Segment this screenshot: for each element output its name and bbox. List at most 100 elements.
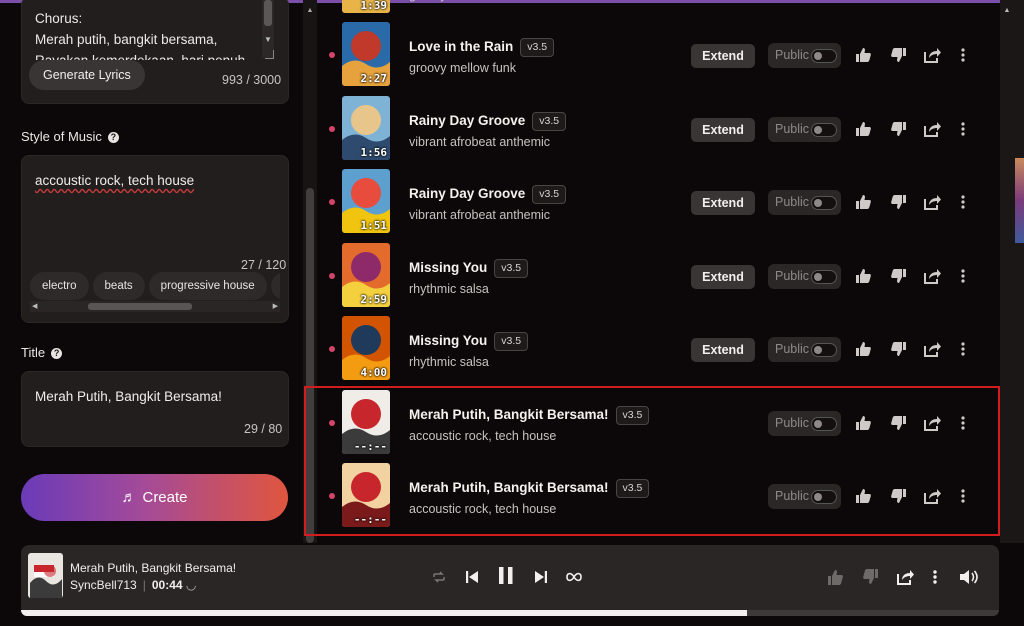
help-icon[interactable]: ? (107, 132, 119, 144)
song-title-text[interactable]: Rainy Day Groove (409, 113, 525, 128)
extend-button[interactable]: Extend (691, 191, 755, 215)
public-toggle[interactable]: Public (768, 264, 841, 289)
extend-button[interactable]: Extend (691, 338, 755, 362)
style-chip[interactable]: progressive house (148, 272, 267, 300)
share-button[interactable] (923, 414, 941, 432)
toggle-switch[interactable] (811, 417, 837, 431)
extend-button[interactable]: Extend (691, 265, 755, 289)
scroll-left-arrow-icon[interactable]: ◀ (32, 301, 37, 312)
song-title-text[interactable]: Missing You (409, 333, 487, 348)
style-of-music-input[interactable]: accoustic rock, tech house (35, 173, 194, 188)
share-button[interactable] (923, 46, 941, 64)
scroll-right-arrow-icon[interactable]: ▶ (273, 301, 278, 312)
song-row[interactable]: 1:39groovy mellow funkPublic (317, 0, 1000, 20)
more-options-button[interactable] (959, 193, 967, 211)
style-chip[interactable]: electro (30, 272, 89, 300)
song-title-text[interactable]: Missing You (409, 260, 487, 275)
more-options-button[interactable] (959, 414, 967, 432)
more-options-button[interactable] (959, 267, 967, 285)
toggle-switch[interactable] (811, 123, 837, 137)
song-title[interactable]: Merah Putih, Bangkit Bersama! v3.5 (409, 479, 650, 498)
public-toggle[interactable]: Public (768, 190, 841, 215)
public-toggle[interactable]: Public (768, 43, 841, 68)
repeat-button[interactable] (432, 567, 446, 587)
extend-button[interactable]: Extend (691, 44, 755, 68)
next-button[interactable] (534, 567, 548, 587)
song-title-text[interactable]: Merah Putih, Bangkit Bersama! (409, 480, 609, 495)
like-button[interactable] (855, 487, 873, 505)
dislike-button[interactable] (889, 487, 907, 505)
lyrics-field[interactable]: Chorus: Merah putih, bangkit bersama, Ra… (21, 0, 289, 104)
song-title[interactable]: Love in the Rain v3.5 (409, 38, 555, 57)
song-row[interactable]: 2:59 Missing You v3.5 rhythmic salsa Extend P… (317, 241, 1000, 314)
song-row[interactable]: 1:51 Rainy Day Groove v3.5 vibrant afrobeat… (317, 167, 1000, 240)
title-field[interactable]: Merah Putih, Bangkit Bersama! 29 / 80 (21, 371, 289, 447)
more-options-button[interactable] (959, 120, 967, 138)
share-button[interactable] (923, 340, 941, 358)
player-more-button[interactable] (931, 567, 939, 587)
volume-button[interactable] (959, 567, 979, 587)
song-row[interactable]: 1:56 Rainy Day Groove v3.5 vibrant afrobeat… (317, 94, 1000, 167)
toggle-switch[interactable] (811, 270, 837, 284)
song-title[interactable]: Merah Putih, Bangkit Bersama! v3.5 (409, 406, 650, 425)
dislike-button[interactable] (889, 414, 907, 432)
style-chip[interactable]: zen (270, 272, 280, 300)
public-toggle[interactable]: Public (768, 484, 841, 509)
song-list-scrollbar[interactable]: ▲ (303, 0, 317, 543)
chips-horizontal-scrollbar[interactable]: ◀ ▶ (30, 301, 280, 312)
page-scrollbar[interactable] (1000, 0, 1014, 543)
song-title[interactable]: Missing You v3.5 (409, 332, 529, 351)
pause-button[interactable] (498, 565, 514, 585)
toggle-switch[interactable] (811, 49, 837, 63)
toggle-switch[interactable] (811, 343, 837, 357)
song-row[interactable]: 4:00 Missing You v3.5 rhythmic salsa Extend P… (317, 314, 1000, 387)
lyrics-scroll-thumb[interactable] (264, 0, 272, 26)
dislike-button[interactable] (889, 46, 907, 64)
share-button[interactable] (923, 267, 941, 285)
player-artist[interactable]: SyncBell713 (70, 578, 137, 592)
resize-grip-icon[interactable] (265, 50, 274, 59)
player-song-title[interactable]: Merah Putih, Bangkit Bersama! (70, 561, 236, 575)
like-button[interactable] (855, 340, 873, 358)
player-like-button[interactable] (827, 567, 845, 587)
lyrics-text[interactable]: Chorus: Merah putih, bangkit bersama, Ra… (35, 8, 255, 60)
more-options-button[interactable] (959, 487, 967, 505)
song-title-text[interactable]: Love in the Rain (409, 39, 513, 54)
dislike-button[interactable] (889, 340, 907, 358)
loop-button[interactable] (566, 567, 582, 587)
dislike-button[interactable] (889, 120, 907, 138)
like-button[interactable] (855, 267, 873, 285)
dislike-button[interactable] (889, 267, 907, 285)
like-button[interactable] (855, 46, 873, 64)
player-dislike-button[interactable] (861, 567, 879, 587)
more-options-button[interactable] (959, 46, 967, 64)
public-toggle[interactable]: Public (768, 337, 841, 362)
share-button[interactable] (923, 487, 941, 505)
toggle-switch[interactable] (811, 196, 837, 210)
title-input[interactable]: Merah Putih, Bangkit Bersama! (35, 389, 222, 404)
scroll-down-arrow-icon[interactable]: ▼ (262, 36, 274, 44)
extend-button[interactable]: Extend (691, 118, 755, 142)
song-title-text[interactable]: Rainy Day Groove (409, 186, 525, 201)
public-toggle[interactable]: Public (768, 411, 841, 436)
style-chip[interactable]: beats (92, 272, 145, 300)
song-row[interactable]: --:-- Merah Putih, Bangkit Bersama! v3.5 ac… (317, 461, 1000, 534)
chips-scroll-thumb[interactable] (88, 303, 192, 310)
song-row[interactable]: --:-- Merah Putih, Bangkit Bersama! v3.5 ac… (317, 388, 1000, 461)
playback-progress-bar[interactable] (21, 610, 999, 616)
song-list-scroll-thumb[interactable] (306, 188, 314, 543)
previous-button[interactable] (465, 567, 479, 587)
like-button[interactable] (855, 193, 873, 211)
public-toggle[interactable]: Public (768, 117, 841, 142)
style-of-music-field[interactable]: accoustic rock, tech house 27 / 120 elec… (21, 155, 289, 323)
share-button[interactable] (923, 193, 941, 211)
create-button[interactable]: ♬ Create (21, 474, 288, 521)
dislike-button[interactable] (889, 193, 907, 211)
more-options-button[interactable] (959, 340, 967, 358)
generate-lyrics-button[interactable]: Generate Lyrics (29, 60, 145, 90)
song-title[interactable]: Rainy Day Groove v3.5 (409, 185, 567, 204)
help-icon[interactable]: ? (51, 348, 63, 360)
scroll-up-arrow-icon[interactable]: ▲ (303, 7, 317, 14)
share-button[interactable] (923, 120, 941, 138)
toggle-switch[interactable] (811, 490, 837, 504)
